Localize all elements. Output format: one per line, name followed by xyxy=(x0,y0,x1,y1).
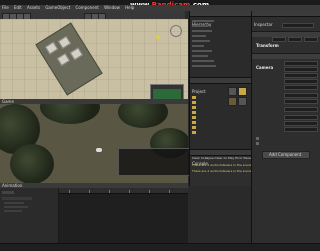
error-pause-button[interactable]: Error Pause xyxy=(235,156,252,160)
target-texture-field[interactable] xyxy=(284,127,318,132)
list-item[interactable] xyxy=(192,25,208,27)
tree xyxy=(40,104,100,124)
depth-field[interactable] xyxy=(284,115,318,120)
menu-assets[interactable]: Assets xyxy=(27,5,40,10)
culling-mask-field[interactable] xyxy=(284,73,318,78)
console-message[interactable]: There are 2 audio listeners in the scene… xyxy=(192,169,253,174)
list-item[interactable] xyxy=(192,60,214,62)
tab-inspector[interactable]: Inspector xyxy=(252,22,273,27)
hierarchy-panel[interactable]: Hierarchy xyxy=(189,11,251,77)
animation-timeline[interactable] xyxy=(59,188,188,243)
list-item[interactable] xyxy=(192,20,214,22)
list-item[interactable] xyxy=(192,30,212,32)
ruler-tick xyxy=(89,190,90,193)
position-z-field[interactable] xyxy=(304,37,318,42)
tree xyxy=(10,144,54,183)
list-item[interactable] xyxy=(192,50,212,52)
asset-thumbnail[interactable] xyxy=(228,87,237,96)
name-field[interactable] xyxy=(282,23,314,28)
player-object xyxy=(96,148,102,152)
clear-button[interactable]: Clear xyxy=(192,156,200,160)
scene-gizmo-icon[interactable] xyxy=(170,25,182,37)
rendering-path-field[interactable] xyxy=(284,121,318,126)
add-component-button[interactable]: Add Component xyxy=(262,151,310,159)
building xyxy=(44,41,59,55)
animation-properties[interactable] xyxy=(0,188,59,243)
transform-header[interactable]: Transform xyxy=(252,43,279,48)
console-panel[interactable]: Console Clear Collapse Clear on Play Err… xyxy=(189,149,253,186)
viewport-rect-field[interactable] xyxy=(284,107,318,112)
menu-gameobject[interactable]: GameObject xyxy=(45,5,70,10)
building xyxy=(57,35,72,49)
position-y-field[interactable] xyxy=(288,37,302,42)
list-item[interactable] xyxy=(4,210,22,212)
menu-edit[interactable]: Edit xyxy=(14,5,22,10)
project-panel[interactable]: Project xyxy=(189,77,251,150)
console-toolbar: Clear Collapse Clear on Play Error Pause xyxy=(192,156,252,161)
clear-flags-field[interactable] xyxy=(284,61,318,66)
list-item[interactable] xyxy=(192,65,216,67)
menu-component[interactable]: Component xyxy=(76,5,99,10)
background-field[interactable] xyxy=(284,67,318,72)
asset-thumbnail[interactable] xyxy=(238,97,247,106)
folder-icon[interactable] xyxy=(192,122,197,141)
component-checkbox[interactable] xyxy=(256,142,259,145)
asset-thumbnail[interactable] xyxy=(228,97,237,106)
list-item[interactable] xyxy=(192,45,204,47)
light-icon[interactable] xyxy=(156,35,160,39)
asset-thumbnail[interactable] xyxy=(238,87,247,96)
tree xyxy=(118,104,168,128)
add-component-label: Add Component xyxy=(269,152,302,157)
scene-view[interactable] xyxy=(0,19,188,99)
ruler-tick xyxy=(149,190,150,193)
collapse-button[interactable]: Collapse xyxy=(201,156,214,160)
building xyxy=(56,53,71,66)
clip-selector[interactable] xyxy=(2,197,32,200)
camera-preview-overlay xyxy=(118,148,192,176)
record-button[interactable] xyxy=(2,191,14,194)
menu-window[interactable]: Window xyxy=(104,5,120,10)
position-x-field[interactable] xyxy=(272,37,286,42)
projection-field[interactable] xyxy=(284,79,318,84)
component-checkbox[interactable] xyxy=(256,137,259,140)
field-of-view-field[interactable] xyxy=(284,85,318,90)
building xyxy=(69,47,83,61)
camera-header[interactable]: Camera xyxy=(252,65,273,70)
list-item[interactable] xyxy=(4,206,28,208)
clipping-near-field[interactable] xyxy=(284,93,318,98)
list-item[interactable] xyxy=(192,55,208,57)
menu-file[interactable]: File xyxy=(2,5,9,10)
clipping-far-field[interactable] xyxy=(284,99,318,104)
console-message[interactable]: There are 2 audio listeners in the scene… xyxy=(192,163,253,168)
ruler-tick xyxy=(169,190,170,193)
menu-help[interactable]: Help xyxy=(125,5,134,10)
clear-on-play-button[interactable]: Clear on Play xyxy=(215,156,235,160)
ruler-tick xyxy=(69,190,70,193)
list-item[interactable] xyxy=(192,35,206,37)
camera-preview xyxy=(150,84,184,99)
list-item[interactable] xyxy=(4,202,24,204)
ruler-tick xyxy=(109,190,110,193)
ruler-tick xyxy=(129,190,130,193)
list-item[interactable] xyxy=(192,40,210,42)
inspector-panel[interactable]: Inspector Transform Camera xyxy=(251,11,320,243)
